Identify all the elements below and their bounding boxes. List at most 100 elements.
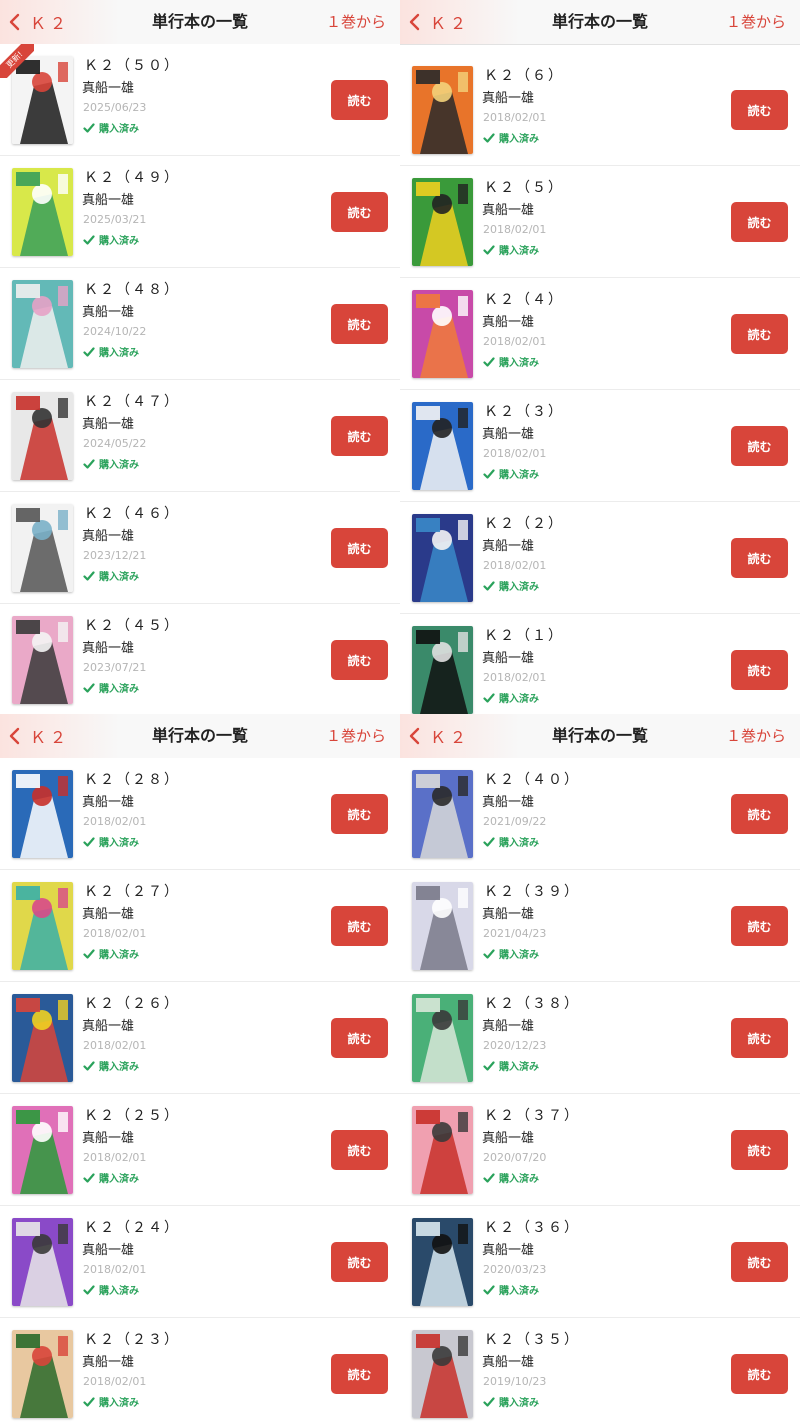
read-button[interactable]: 読む: [331, 906, 388, 946]
back-button[interactable]: Ｋ２: [406, 720, 470, 752]
list-item[interactable]: Ｋ２（２８） 真船一雄 2018/02/01 購入済み 読む: [0, 758, 400, 870]
read-button[interactable]: 読む: [331, 1242, 388, 1282]
from-volume-one-button[interactable]: １巻から: [326, 714, 386, 758]
purchased-status: 購入済み: [483, 578, 539, 593]
book-cover-image[interactable]: [12, 882, 73, 970]
read-button[interactable]: 読む: [731, 90, 788, 130]
purchased-label: 購入済み: [99, 236, 139, 247]
list-item[interactable]: Ｋ２（２４） 真船一雄 2018/02/01 購入済み 読む: [0, 1206, 400, 1318]
release-date: 2018/02/01: [483, 559, 547, 572]
book-cover-image[interactable]: [412, 290, 473, 378]
book-cover-image[interactable]: [12, 504, 73, 592]
back-button[interactable]: Ｋ２: [6, 6, 70, 38]
read-button[interactable]: 読む: [731, 794, 788, 834]
list-item[interactable]: Ｋ２（１） 真船一雄 2018/02/01 購入済み 読む: [400, 614, 800, 714]
read-button[interactable]: 読む: [731, 1354, 788, 1394]
read-button[interactable]: 読む: [331, 80, 388, 120]
list-item[interactable]: Ｋ２（２５） 真船一雄 2018/02/01 購入済み 読む: [0, 1094, 400, 1206]
volume-list: Ｋ２（６） 真船一雄 2018/02/01 購入済み 読む Ｋ２（５） 真船一雄 2018/0…: [400, 54, 800, 714]
book-cover-image[interactable]: [412, 994, 473, 1082]
update-badge: 更新!: [0, 44, 34, 78]
book-author: 真船一雄: [482, 91, 535, 106]
list-item[interactable]: Ｋ２（３７） 真船一雄 2020/07/20 購入済み 読む: [400, 1094, 800, 1206]
list-item[interactable]: Ｋ２（４） 真船一雄 2018/02/01 購入済み 読む: [400, 278, 800, 390]
book-cover-image[interactable]: [12, 168, 73, 256]
book-cover-image[interactable]: [12, 616, 73, 704]
book-author: 真船一雄: [482, 795, 535, 810]
read-button[interactable]: 読む: [331, 1354, 388, 1394]
book-cover-image[interactable]: [12, 392, 73, 480]
list-item[interactable]: Ｋ２（３） 真船一雄 2018/02/01 購入済み 読む: [400, 390, 800, 502]
read-button[interactable]: 読む: [331, 416, 388, 456]
book-cover-image[interactable]: [412, 514, 473, 602]
book-cover-image[interactable]: [12, 1218, 73, 1306]
list-item[interactable]: Ｋ２（４６） 真船一雄 2023/12/21 購入済み 読む: [0, 492, 400, 604]
release-date: 2020/03/23: [483, 1263, 547, 1276]
book-cover-image[interactable]: [412, 1106, 473, 1194]
list-item[interactable]: Ｋ２（２７） 真船一雄 2018/02/01 購入済み 読む: [0, 870, 400, 982]
back-button[interactable]: Ｋ２: [406, 6, 470, 38]
list-item[interactable]: Ｋ２（４０） 真船一雄 2021/09/22 購入済み 読む: [400, 758, 800, 870]
read-button[interactable]: 読む: [731, 314, 788, 354]
book-cover-image[interactable]: [412, 770, 473, 858]
book-cover-image[interactable]: [12, 1106, 73, 1194]
book-cover-image[interactable]: [12, 1330, 73, 1418]
list-item[interactable]: Ｋ２（２６） 真船一雄 2018/02/01 購入済み 読む: [0, 982, 400, 1094]
book-cover-image[interactable]: [12, 280, 73, 368]
list-item[interactable]: Ｋ２（５） 真船一雄 2018/02/01 購入済み 読む: [400, 166, 800, 278]
book-cover-image[interactable]: [12, 994, 73, 1082]
list-item[interactable]: Ｋ２（２３） 真船一雄 2018/02/01 購入済み 読む: [0, 1318, 400, 1428]
book-cover-image[interactable]: [412, 402, 473, 490]
read-button[interactable]: 読む: [331, 1018, 388, 1058]
list-item[interactable]: Ｋ２（２） 真船一雄 2018/02/01 購入済み 読む: [400, 502, 800, 614]
read-button[interactable]: 読む: [731, 1242, 788, 1282]
from-volume-one-button[interactable]: １巻から: [326, 0, 386, 44]
back-label: Ｋ２: [30, 14, 71, 33]
read-button[interactable]: 読む: [331, 192, 388, 232]
list-item[interactable]: Ｋ２（４９） 真船一雄 2025/03/21 購入済み 読む: [0, 156, 400, 268]
read-button[interactable]: 読む: [331, 640, 388, 680]
read-button[interactable]: 読む: [731, 650, 788, 690]
list-item[interactable]: Ｋ２（６） 真船一雄 2018/02/01 購入済み 読む: [400, 54, 800, 166]
book-cover-image[interactable]: [412, 178, 473, 266]
purchased-label: 購入済み: [499, 838, 539, 849]
book-cover-image[interactable]: [412, 66, 473, 154]
release-date: 2021/09/22: [483, 815, 547, 828]
list-item[interactable]: Ｋ２（４８） 真船一雄 2024/10/22 購入済み 読む: [0, 268, 400, 380]
back-button[interactable]: Ｋ２: [6, 720, 70, 752]
read-button[interactable]: 読む: [331, 304, 388, 344]
book-cover-image[interactable]: [12, 770, 73, 858]
list-item[interactable]: Ｋ２（４７） 真船一雄 2024/05/22 購入済み 読む: [0, 380, 400, 492]
list-item[interactable]: Ｋ２（４５） 真船一雄 2023/07/21 購入済み 読む: [0, 604, 400, 714]
book-author: 真船一雄: [82, 641, 135, 656]
read-button[interactable]: 読む: [331, 1130, 388, 1170]
check-icon: [483, 1396, 499, 1408]
purchased-label: 購入済み: [99, 1398, 139, 1409]
read-button[interactable]: 読む: [731, 906, 788, 946]
read-button[interactable]: 読む: [331, 794, 388, 834]
purchased-label: 購入済み: [99, 1286, 139, 1297]
release-date: 2020/12/23: [483, 1039, 547, 1052]
release-date: 2018/02/01: [483, 447, 547, 460]
read-button[interactable]: 読む: [731, 1018, 788, 1058]
list-item[interactable]: Ｋ２（３９） 真船一雄 2021/04/23 購入済み 読む: [400, 870, 800, 982]
book-cover-image[interactable]: [412, 1330, 473, 1418]
read-button[interactable]: 読む: [731, 538, 788, 578]
list-item[interactable]: 更新! Ｋ２（５０） 真船一雄 2025/06/23 購入済み 読む: [0, 44, 400, 156]
read-button[interactable]: 読む: [731, 202, 788, 242]
read-button[interactable]: 読む: [731, 426, 788, 466]
book-cover-image[interactable]: [412, 882, 473, 970]
read-button[interactable]: 読む: [731, 1130, 788, 1170]
book-author: 真船一雄: [82, 1243, 135, 1258]
list-item[interactable]: Ｋ２（３６） 真船一雄 2020/03/23 購入済み 読む: [400, 1206, 800, 1318]
list-item[interactable]: Ｋ２（３８） 真船一雄 2020/12/23 購入済み 読む: [400, 982, 800, 1094]
check-icon: [83, 1284, 99, 1296]
from-volume-one-button[interactable]: １巻から: [726, 0, 786, 44]
book-cover-image[interactable]: [412, 626, 473, 714]
from-volume-one-button[interactable]: １巻から: [726, 714, 786, 758]
read-button[interactable]: 読む: [331, 528, 388, 568]
book-cover-image[interactable]: [412, 1218, 473, 1306]
book-title: Ｋ２（３６）: [484, 1220, 580, 1236]
list-item[interactable]: Ｋ２（３５） 真船一雄 2019/10/23 購入済み 読む: [400, 1318, 800, 1428]
check-icon: [83, 1172, 99, 1184]
